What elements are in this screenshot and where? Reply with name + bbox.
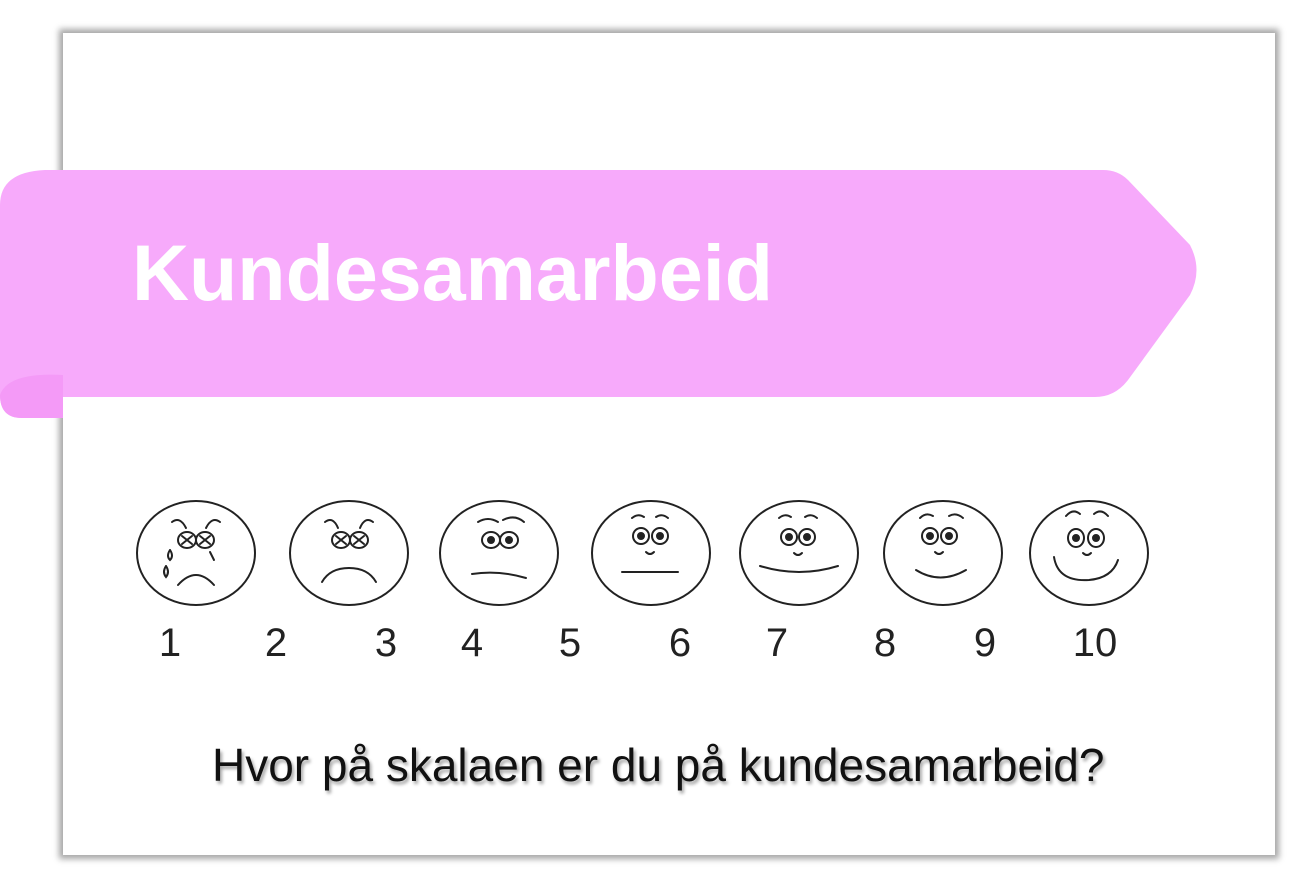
scale-number: 8	[873, 621, 897, 665]
neutral-face-icon	[591, 500, 711, 606]
sad-face-icon	[289, 500, 409, 606]
smiling-face-icon	[883, 500, 1003, 606]
happy-face-icon	[1029, 500, 1149, 606]
scale-number: 6	[668, 621, 692, 665]
scale-number: 3	[374, 621, 398, 665]
frowning-face-icon	[439, 500, 559, 606]
scale-question: Hvor på skalaen er du på kundesamarbeid?	[212, 739, 1105, 791]
scale-number: 7	[765, 621, 789, 665]
crying-face-icon	[136, 500, 256, 606]
scale-number: 1	[158, 621, 182, 665]
slight-smile-face-icon	[739, 500, 859, 606]
scale-number: 9	[973, 621, 997, 665]
scale-number: 10	[1072, 621, 1118, 665]
scale-number: 2	[264, 621, 288, 665]
scale-number: 4	[460, 621, 484, 665]
scale-number: 5	[558, 621, 582, 665]
